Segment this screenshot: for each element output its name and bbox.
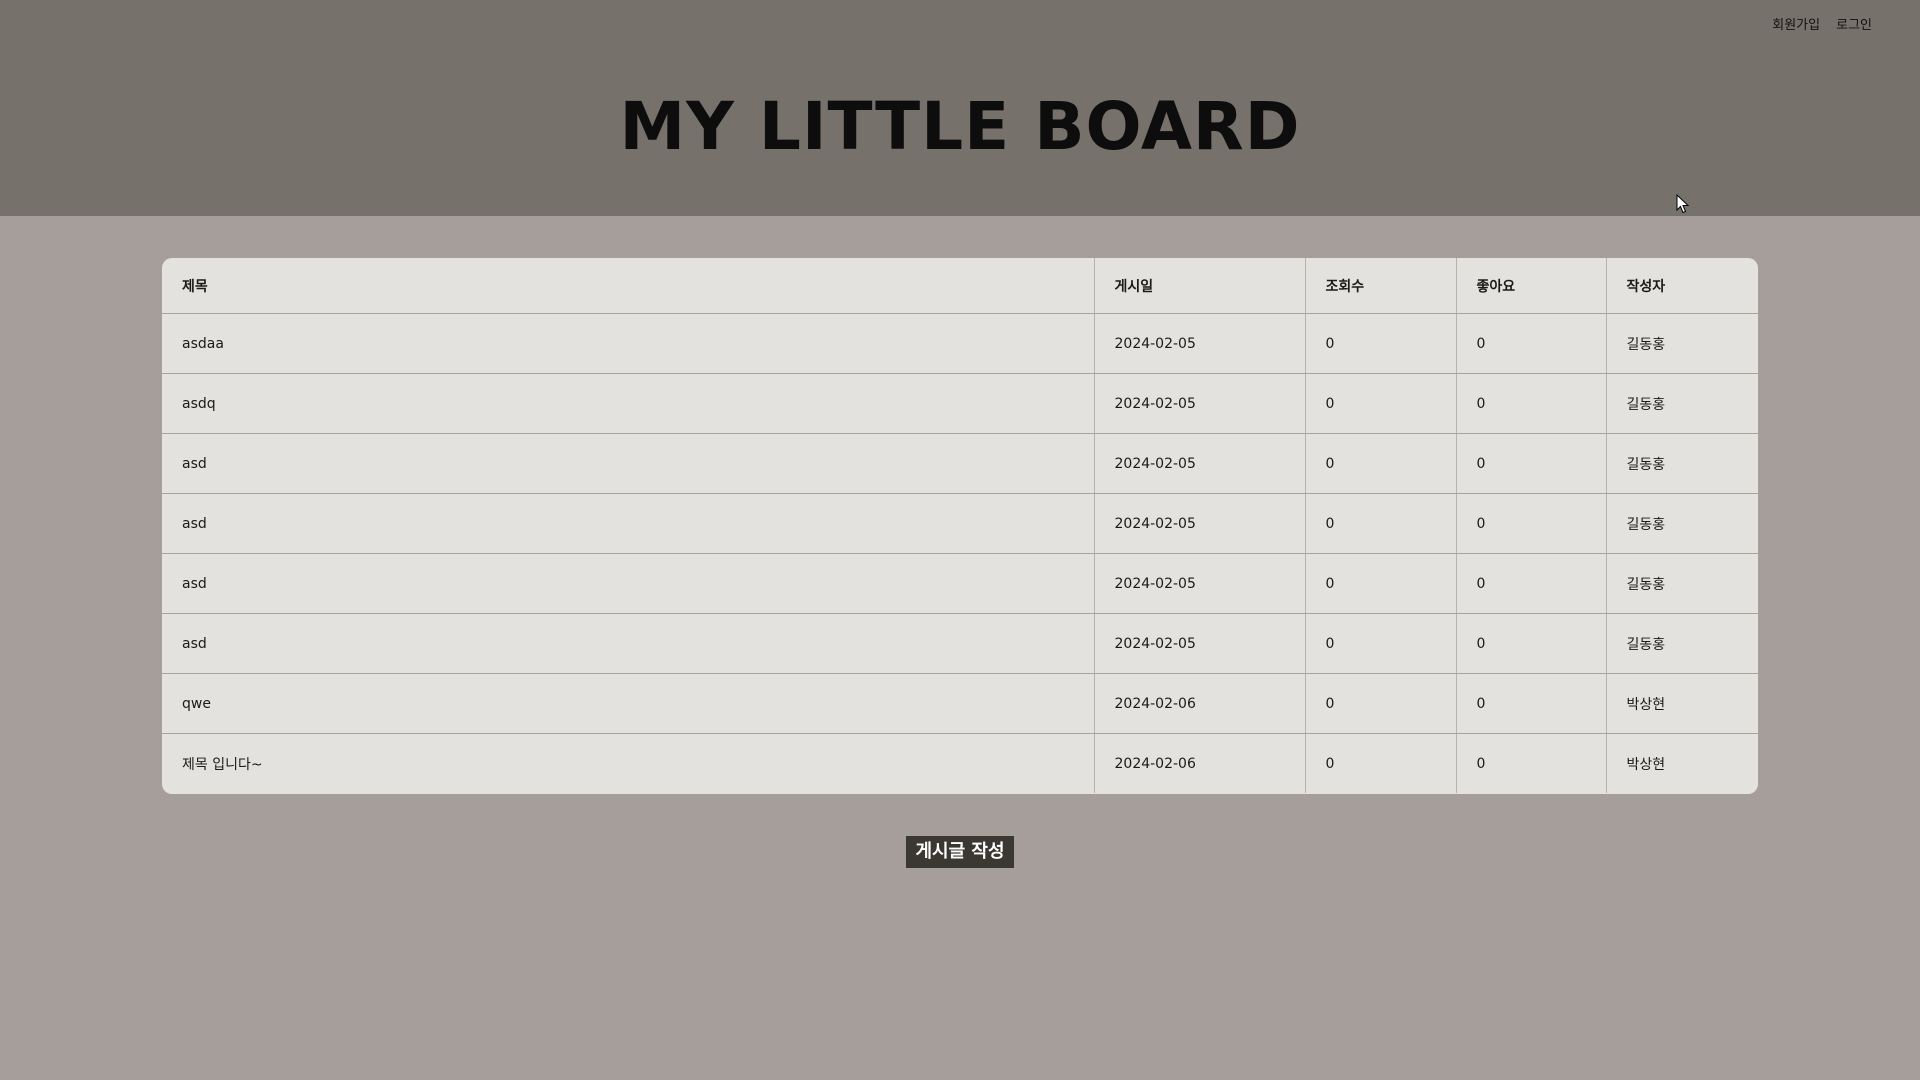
post-author-cell: 박상현: [1606, 673, 1758, 734]
post-date-cell: 2024-02-06: [1094, 673, 1306, 734]
column-header-views: 조회수: [1305, 258, 1457, 314]
column-header-title: 제목: [162, 258, 1095, 314]
table-row[interactable]: asd 2024-02-05 0 0 길동홍: [162, 433, 1758, 494]
site-header: 회원가입 로그인 MY LITTLE BOARD: [0, 0, 1920, 216]
mouse-pointer-icon: [1676, 194, 1690, 214]
post-views-cell: 0: [1305, 433, 1457, 494]
post-title-cell[interactable]: asd: [162, 493, 1095, 554]
post-likes-cell: 0: [1456, 673, 1607, 734]
post-likes-cell: 0: [1456, 313, 1607, 374]
post-author-cell: 길동홍: [1606, 493, 1758, 554]
column-header-date: 게시일: [1094, 258, 1306, 314]
post-date-cell: 2024-02-05: [1094, 373, 1306, 434]
table-row[interactable]: asdaa 2024-02-05 0 0 길동홍: [162, 313, 1758, 374]
post-author-cell: 길동홍: [1606, 313, 1758, 374]
post-date-cell: 2024-02-05: [1094, 433, 1306, 494]
post-views-cell: 0: [1305, 613, 1457, 674]
post-title-cell[interactable]: 제목 입니다~: [162, 733, 1095, 793]
post-date-cell: 2024-02-05: [1094, 313, 1306, 374]
table-row[interactable]: asd 2024-02-05 0 0 길동홍: [162, 493, 1758, 554]
post-likes-cell: 0: [1456, 613, 1607, 674]
post-date-cell: 2024-02-05: [1094, 553, 1306, 614]
post-likes-cell: 0: [1456, 493, 1607, 554]
post-title-cell[interactable]: asdaa: [162, 313, 1095, 374]
table-row[interactable]: asd 2024-02-05 0 0 길동홍: [162, 613, 1758, 674]
post-author-cell: 길동홍: [1606, 613, 1758, 674]
site-title: MY LITTLE BOARD: [619, 88, 1301, 165]
post-views-cell: 0: [1305, 493, 1457, 554]
post-views-cell: 0: [1305, 733, 1457, 793]
post-title-cell[interactable]: asdq: [162, 373, 1095, 434]
table-row[interactable]: asdq 2024-02-05 0 0 길동홍: [162, 373, 1758, 434]
post-author-cell: 길동홍: [1606, 553, 1758, 614]
post-date-cell: 2024-02-05: [1094, 613, 1306, 674]
signup-link[interactable]: 회원가입: [1772, 14, 1820, 33]
column-header-likes: 좋아요: [1456, 258, 1607, 314]
column-header-author: 작성자: [1606, 258, 1758, 314]
post-title-cell[interactable]: asd: [162, 433, 1095, 494]
post-views-cell: 0: [1305, 373, 1457, 434]
table-row[interactable]: qwe 2024-02-06 0 0 박상현: [162, 673, 1758, 734]
write-button-area: 게시글 작성: [0, 836, 1920, 868]
post-author-cell: 길동홍: [1606, 373, 1758, 434]
post-author-cell: 박상현: [1626, 756, 1666, 773]
post-author-cell: 길동홍: [1606, 433, 1758, 494]
post-views-cell: 0: [1305, 553, 1457, 614]
table-header-row: 제목 게시일 조회수 좋아요 작성자: [162, 258, 1758, 314]
table-row[interactable]: asd 2024-02-05 0 0 길동홍: [162, 553, 1758, 614]
post-views-cell: 0: [1305, 673, 1457, 734]
post-date-cell: 2024-02-06: [1094, 733, 1306, 793]
login-link[interactable]: 로그인: [1836, 14, 1872, 33]
post-likes-cell: 0: [1456, 373, 1607, 434]
post-likes-cell: 0: [1456, 733, 1607, 793]
post-likes-cell: 0: [1456, 553, 1607, 614]
top-nav: 회원가입 로그인: [1772, 14, 1872, 33]
write-post-button[interactable]: 게시글 작성: [906, 836, 1014, 868]
post-title-cell[interactable]: asd: [162, 553, 1095, 614]
post-title-cell[interactable]: qwe: [162, 673, 1095, 734]
post-date-cell: 2024-02-05: [1094, 493, 1306, 554]
post-likes-cell: 0: [1456, 433, 1607, 494]
board-table-container: 제목 게시일 조회수 좋아요 작성자 asdaa 2024-02-05 0 0 …: [162, 258, 1758, 794]
table-row[interactable]: 제목 입니다~ 2024-02-06 0 0 박상현: [162, 733, 1758, 793]
post-title-cell[interactable]: asd: [162, 613, 1095, 674]
post-views-cell: 0: [1305, 313, 1457, 374]
board-table: 제목 게시일 조회수 좋아요 작성자 asdaa 2024-02-05 0 0 …: [162, 258, 1758, 793]
